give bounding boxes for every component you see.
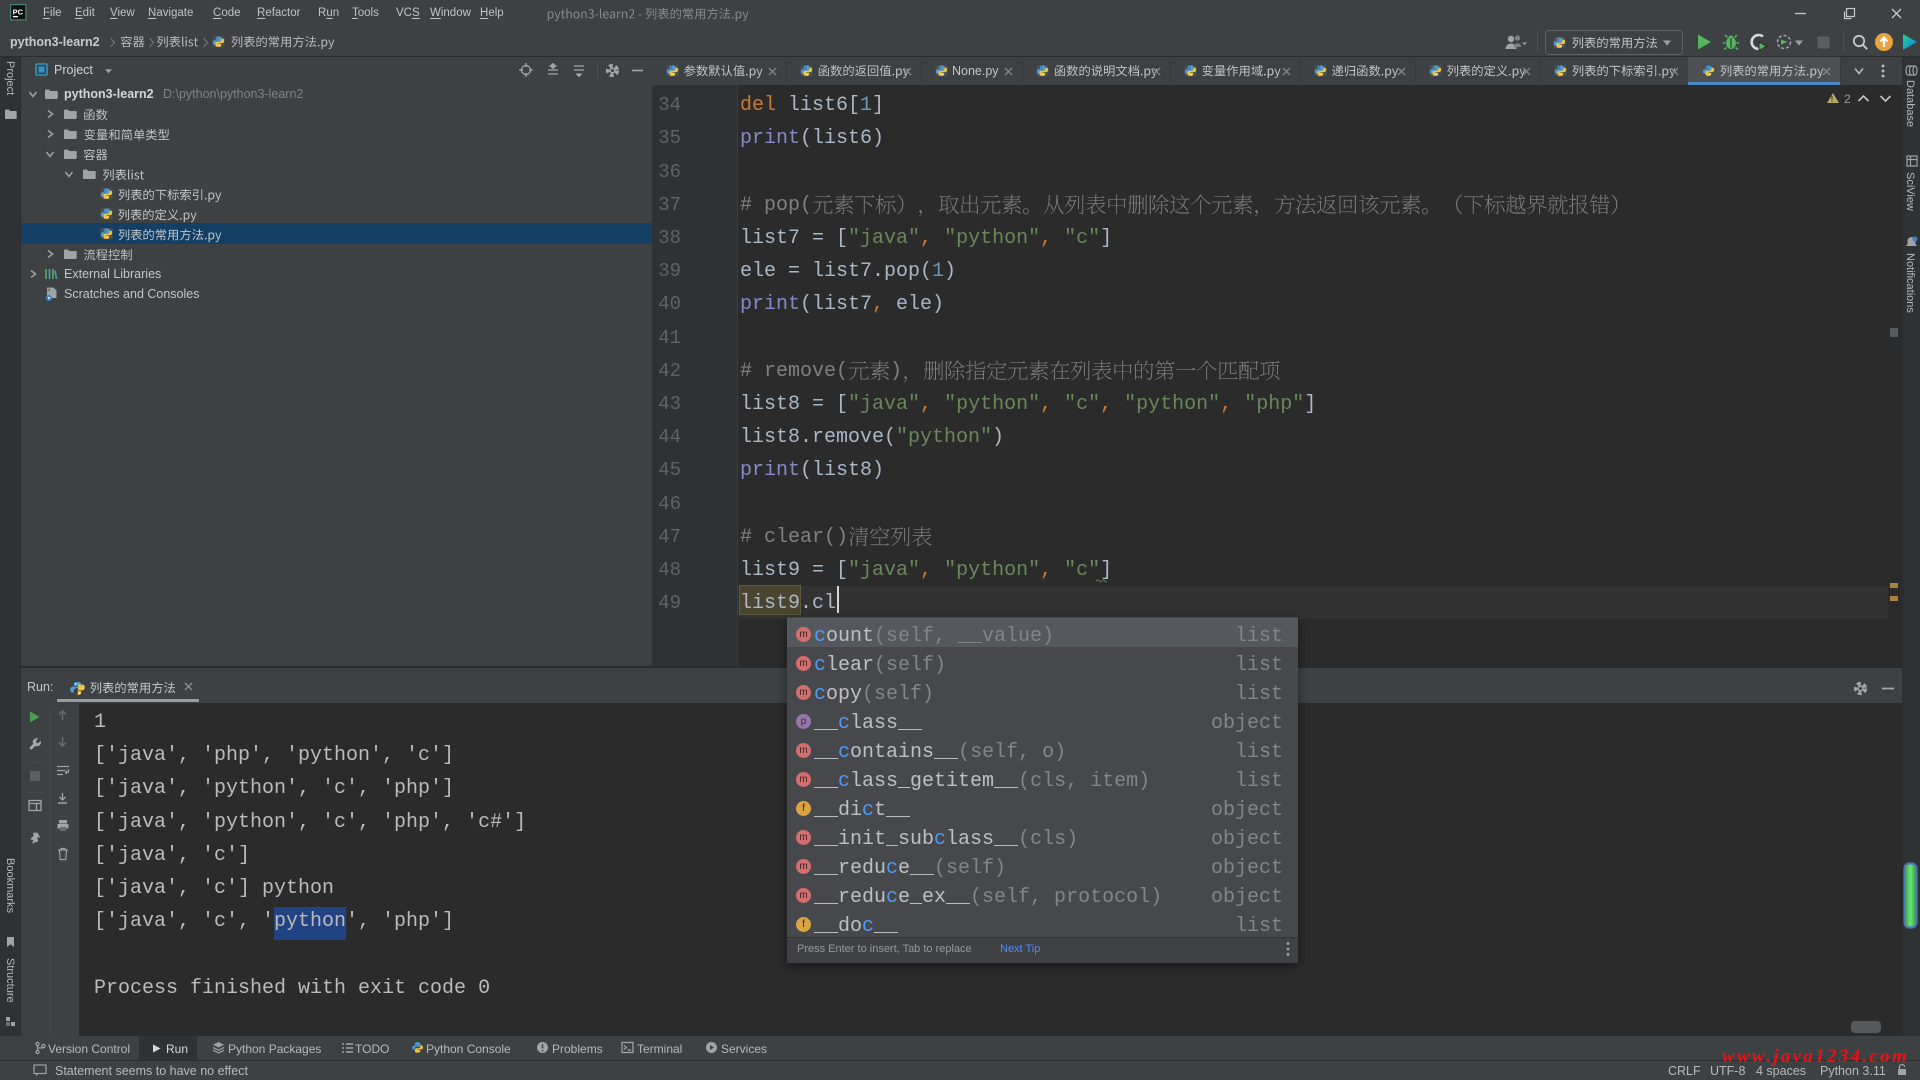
svg-text:!: !: [1831, 95, 1834, 104]
svg-text:PC: PC: [13, 8, 24, 17]
